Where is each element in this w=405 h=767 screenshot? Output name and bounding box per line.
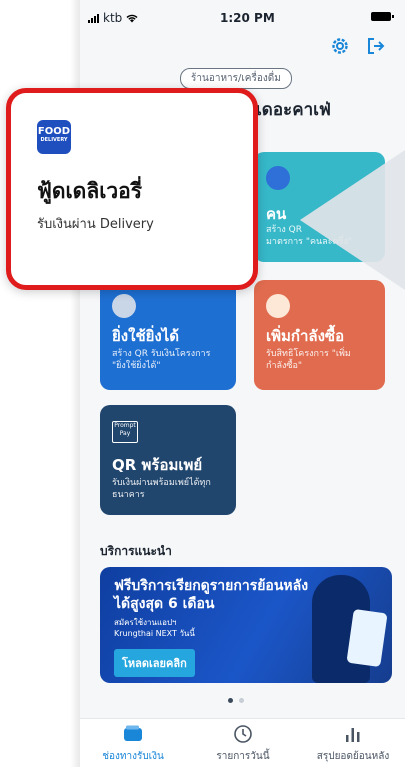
card-promptpay[interactable]: Prompt Pay QR พร้อมเพย์ รับเงินผ่านพร้อม… — [100, 405, 236, 515]
carousel-dot[interactable] — [239, 698, 244, 703]
tab-label: สรุปยอดย้อนหลัง — [316, 751, 390, 762]
logout-icon[interactable] — [365, 35, 387, 57]
card-desc: รับสิทธิโครงการ "เพิ่ม กำลังซื้อ" — [266, 349, 351, 371]
heart-puzzle-icon — [266, 166, 290, 190]
phone-image — [346, 608, 388, 668]
logo-line2: DELIVERY — [40, 137, 68, 143]
carrier-label: ktb — [103, 11, 123, 25]
section-title: เดอะคาเฟ่ — [256, 100, 331, 120]
tab-label: ช่องทางรับเงิน — [102, 751, 164, 762]
coin-icon — [112, 294, 136, 318]
card-title: QR พร้อมเพย์ — [112, 456, 203, 474]
card-desc: รับเงินผ่านพร้อมเพย์ได้ทุก ธนาคาร — [112, 478, 211, 500]
food-delivery-logo: FOOD DELIVERY — [37, 120, 71, 154]
status-time: 1:20 PM — [220, 11, 275, 25]
promptpay-logo: Prompt Pay — [112, 421, 138, 443]
logo-line1: FOOD — [37, 126, 71, 137]
category-pill[interactable]: ร้านอาหาร/เครื่องดื่ม — [180, 68, 292, 89]
banner-headline: ฟรีบริการเรียกดูรายการย้อนหลังได้สูงสุด … — [114, 578, 309, 612]
tab-receive-channels[interactable]: ช่องทางรับเงิน — [80, 723, 188, 764]
recommend-title: บริการแนะนำ — [100, 544, 172, 558]
flag-icon — [266, 294, 290, 318]
card-title: ยิ่งใช้ยิ่งได้ — [112, 327, 180, 345]
food-delivery-highlight-card[interactable]: FOOD DELIVERY ฟู้ดเดลิเวอรี่ รับเงินผ่าน… — [6, 88, 258, 290]
battery-icon — [371, 12, 394, 21]
banner-subtext: สมัครใช้งานแอปฯ Krungthai NEXT วันนี้ — [114, 618, 195, 638]
settings-gear-icon[interactable] — [329, 35, 351, 57]
popup-subtitle: รับเงินผ่าน Delivery — [37, 217, 154, 232]
screen-glare — [300, 150, 405, 290]
card-yingchai[interactable]: ยิ่งใช้ยิ่งได้ สร้าง QR รับเงินโครงการ "… — [100, 280, 236, 390]
carousel-dots — [228, 698, 244, 703]
signal-icon — [88, 13, 99, 23]
popup-title: ฟู้ดเดลิเวอรี่ — [37, 179, 143, 203]
clock-icon — [188, 723, 298, 745]
wifi-icon — [126, 14, 138, 22]
status-bar: ktb 1:20 PM — [80, 0, 405, 40]
tab-bar: ช่องทางรับเงิน รายการวันนี้ สรุปยอดย้อนห… — [80, 718, 405, 767]
tab-label: รายการวันนี้ — [216, 751, 270, 762]
carousel-dot[interactable] — [228, 698, 233, 703]
banner-cta-button[interactable]: โหลดเลยคลิก — [114, 649, 195, 677]
bar-chart-icon — [298, 723, 405, 745]
wallet-icon — [80, 723, 188, 745]
card-title: คน — [266, 205, 287, 223]
tab-today[interactable]: รายการวันนี้ — [188, 723, 298, 764]
promo-banner[interactable]: ฟรีบริการเรียกดูรายการย้อนหลังได้สูงสุด … — [100, 567, 392, 683]
tab-history-summary[interactable]: สรุปยอดย้อนหลัง — [298, 723, 405, 764]
card-title: เพิ่มกำลังซื้อ — [266, 327, 345, 345]
card-desc: สร้าง QR รับเงินโครงการ "ยิ่งใช้ยิ่งได้" — [112, 349, 211, 371]
card-purchasing-power[interactable]: เพิ่มกำลังซื้อ รับสิทธิโครงการ "เพิ่ม กำ… — [254, 280, 385, 390]
